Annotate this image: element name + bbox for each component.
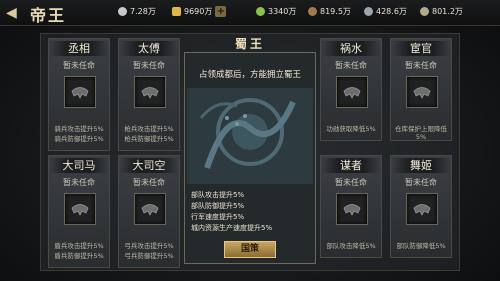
top-bar: ◀ 帝王 7.28万 9690万 + 3340万 819.5万 428.6万 8…: [0, 0, 500, 26]
official-card-wuji[interactable]: 舞姬 暂未任命 部队防御降低5%: [390, 155, 452, 258]
official-name: 舞姬: [391, 158, 451, 173]
empty-slot[interactable]: [336, 76, 368, 108]
resource-wood: 819.5万: [308, 6, 351, 17]
resource-gold: 9690万 +: [172, 6, 227, 17]
official-bonus: 弓兵防御提升5%: [124, 252, 174, 260]
official-name: 祸水: [321, 41, 381, 56]
resource-stone: 801.2万: [420, 6, 463, 17]
stone-icon: [420, 7, 429, 16]
grain-icon: [256, 7, 265, 16]
king-bonus: 行军速度提升5%: [191, 213, 245, 221]
helmet-icon: [343, 87, 361, 99]
official-card-huanguan[interactable]: 宦官 暂未任命 仓库保护上限降低5%: [390, 38, 452, 141]
empty-slot[interactable]: [406, 193, 438, 225]
helmet-icon: [71, 87, 89, 99]
helmet-icon: [413, 87, 431, 99]
official-status: 暂未任命: [133, 61, 165, 70]
iron-icon: [364, 7, 373, 16]
national-policy-button[interactable]: 国策: [224, 241, 276, 258]
official-card-mouzhe[interactable]: 谋者 暂未任命 部队攻击降低5%: [320, 155, 382, 258]
wood-icon: [308, 7, 317, 16]
king-bonus: 部队攻击提升5%: [191, 191, 245, 199]
official-status: 暂未任命: [405, 61, 437, 70]
add-gold-button[interactable]: +: [215, 6, 227, 17]
official-bonus: 部队防御降低5%: [396, 242, 446, 250]
gold-value: 9690万: [184, 7, 213, 16]
dragon-emblem-icon: [187, 88, 313, 184]
helmet-icon: [413, 204, 431, 216]
empty-slot[interactable]: [134, 76, 166, 108]
official-name: 大司空: [119, 158, 179, 173]
official-bonus: 弓兵攻击提升5%: [124, 242, 174, 250]
official-bonus: 盾兵防御提升5%: [54, 252, 104, 260]
empty-slot[interactable]: [134, 193, 166, 225]
official-bonus: 骑兵防御提升5%: [54, 135, 104, 143]
official-status: 暂未任命: [63, 178, 95, 187]
king-bonus: 城内资源生产速度提升5%: [191, 224, 273, 232]
official-bonus: 仓库保护上限降低5%: [395, 125, 447, 141]
king-title: 蜀王: [234, 37, 265, 51]
official-bonus: 功勋获取降低5%: [326, 125, 376, 133]
official-name: 太傅: [119, 41, 179, 56]
silver-value: 7.28万: [130, 7, 156, 16]
official-status: 暂未任命: [335, 61, 367, 70]
official-bonus: 枪兵防御提升5%: [124, 135, 174, 143]
resource-silver: 7.28万: [118, 6, 156, 17]
official-name: 宦官: [391, 41, 451, 56]
official-bonus: 盾兵攻击提升5%: [54, 242, 104, 250]
official-card-dasima[interactable]: 大司马 暂未任命 盾兵攻击提升5% 盾兵防御提升5%: [48, 155, 110, 268]
back-arrow-icon[interactable]: ◀: [6, 5, 17, 21]
helmet-icon: [71, 204, 89, 216]
official-name: 大司马: [49, 158, 109, 173]
helmet-icon: [141, 87, 159, 99]
official-card-taifu[interactable]: 太傅 暂未任命 枪兵攻击提升5% 枪兵防御提升5%: [118, 38, 180, 151]
gold-ingot-icon: [172, 7, 181, 16]
king-bonus: 部队防御提升5%: [191, 202, 245, 210]
wood-value: 819.5万: [320, 7, 351, 16]
official-card-chengxiang[interactable]: 丞相 暂未任命 骑兵攻击提升5% 骑兵防御提升5%: [48, 38, 110, 151]
official-status: 暂未任命: [405, 178, 437, 187]
official-bonus: 骑兵攻击提升5%: [54, 125, 104, 133]
official-bonus: 部队攻击降低5%: [326, 242, 376, 250]
empty-slot[interactable]: [64, 76, 96, 108]
empty-slot[interactable]: [64, 193, 96, 225]
official-card-huoshui[interactable]: 祸水 暂未任命 功勋获取降低5%: [320, 38, 382, 141]
official-status: 暂未任命: [63, 61, 95, 70]
king-requirement: 占领成都后，方能拥立蜀王: [198, 70, 301, 80]
empty-slot[interactable]: [406, 76, 438, 108]
iron-value: 428.6万: [376, 7, 407, 16]
helmet-icon: [343, 204, 361, 216]
grain-value: 3340万: [268, 7, 297, 16]
silver-coin-icon: [118, 7, 127, 16]
official-status: 暂未任命: [335, 178, 367, 187]
empty-slot[interactable]: [336, 193, 368, 225]
official-name: 丞相: [49, 41, 109, 56]
official-bonus: 枪兵攻击提升5%: [124, 125, 174, 133]
helmet-icon: [141, 204, 159, 216]
official-status: 暂未任命: [133, 178, 165, 187]
stone-value: 801.2万: [432, 7, 463, 16]
resource-iron: 428.6万: [364, 6, 407, 17]
official-card-dasikong[interactable]: 大司空 暂未任命 弓兵攻击提升5% 弓兵防御提升5%: [118, 155, 180, 268]
page-title: 帝王: [30, 6, 67, 25]
resource-grain: 3340万: [256, 6, 296, 17]
official-name: 谋者: [321, 158, 381, 173]
